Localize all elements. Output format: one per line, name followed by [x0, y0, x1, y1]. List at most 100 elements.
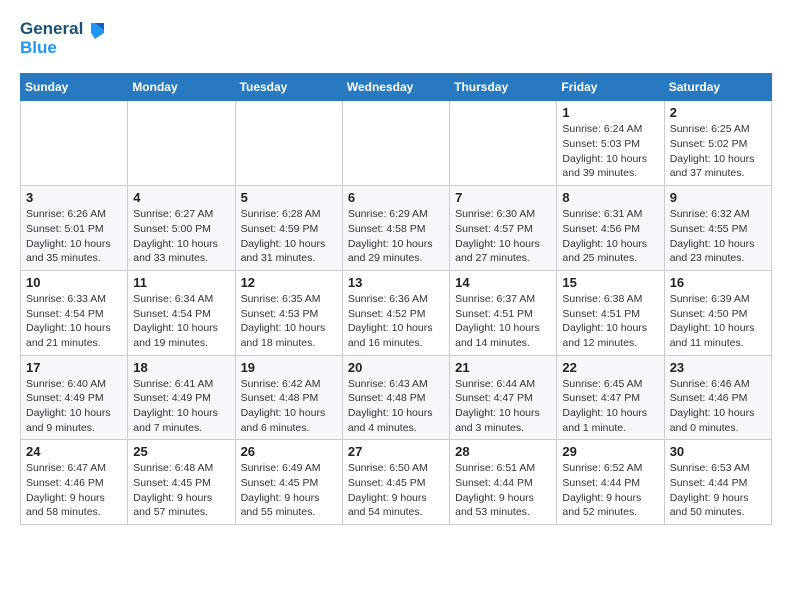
cell-content: Daylight: 10 hours — [348, 321, 444, 336]
cell-content: Sunrise: 6:42 AM — [241, 377, 337, 392]
calendar-cell: 4Sunrise: 6:27 AMSunset: 5:00 PMDaylight… — [128, 186, 235, 271]
cell-content: Daylight: 10 hours — [670, 406, 766, 421]
cell-content: and 21 minutes. — [26, 336, 122, 351]
cell-content: Sunset: 4:47 PM — [455, 391, 551, 406]
calendar-cell: 5Sunrise: 6:28 AMSunset: 4:59 PMDaylight… — [235, 186, 342, 271]
calendar-cell: 21Sunrise: 6:44 AMSunset: 4:47 PMDayligh… — [450, 355, 557, 440]
cell-content: and 39 minutes. — [562, 166, 658, 181]
cell-content: Sunset: 5:01 PM — [26, 222, 122, 237]
cell-content: Daylight: 10 hours — [670, 152, 766, 167]
cell-content: Daylight: 10 hours — [26, 406, 122, 421]
cell-content: Sunrise: 6:53 AM — [670, 461, 766, 476]
cell-content: Sunset: 4:49 PM — [133, 391, 229, 406]
logo-blue: Blue — [20, 39, 104, 58]
cell-content: and 3 minutes. — [455, 421, 551, 436]
cell-content: Sunset: 4:44 PM — [562, 476, 658, 491]
weekday-header-tuesday: Tuesday — [235, 74, 342, 101]
cell-content: Daylight: 10 hours — [348, 237, 444, 252]
day-number: 24 — [26, 444, 122, 459]
cell-content: Sunset: 4:51 PM — [562, 307, 658, 322]
cell-content: and 23 minutes. — [670, 251, 766, 266]
cell-content: Sunrise: 6:30 AM — [455, 207, 551, 222]
cell-content: Sunset: 4:54 PM — [26, 307, 122, 322]
cell-content: and 9 minutes. — [26, 421, 122, 436]
cell-content: Daylight: 10 hours — [562, 406, 658, 421]
weekday-header-thursday: Thursday — [450, 74, 557, 101]
day-number: 1 — [562, 105, 658, 120]
page-header: General Blue — [20, 20, 772, 57]
cell-content: Sunset: 4:54 PM — [133, 307, 229, 322]
calendar-week-1: 1Sunrise: 6:24 AMSunset: 5:03 PMDaylight… — [21, 101, 772, 186]
cell-content: Daylight: 10 hours — [241, 237, 337, 252]
logo-general: General — [20, 20, 104, 39]
cell-content: Daylight: 10 hours — [133, 237, 229, 252]
calendar-cell: 7Sunrise: 6:30 AMSunset: 4:57 PMDaylight… — [450, 186, 557, 271]
calendar-cell: 1Sunrise: 6:24 AMSunset: 5:03 PMDaylight… — [557, 101, 664, 186]
cell-content: Sunset: 4:51 PM — [455, 307, 551, 322]
calendar-cell: 11Sunrise: 6:34 AMSunset: 4:54 PMDayligh… — [128, 270, 235, 355]
cell-content: Sunrise: 6:48 AM — [133, 461, 229, 476]
cell-content: Sunset: 4:44 PM — [670, 476, 766, 491]
cell-content: Sunset: 4:52 PM — [348, 307, 444, 322]
cell-content: Daylight: 9 hours — [670, 491, 766, 506]
calendar-cell — [235, 101, 342, 186]
cell-content: and 25 minutes. — [562, 251, 658, 266]
day-number: 4 — [133, 190, 229, 205]
calendar-cell: 6Sunrise: 6:29 AMSunset: 4:58 PMDaylight… — [342, 186, 449, 271]
cell-content: and 0 minutes. — [670, 421, 766, 436]
cell-content: Daylight: 9 hours — [241, 491, 337, 506]
cell-content: Daylight: 10 hours — [562, 152, 658, 167]
cell-content: and 50 minutes. — [670, 505, 766, 520]
calendar-cell: 14 Sunrise: 6:37 AMSunset: 4:51 PMDayligh… — [450, 270, 557, 355]
cell-content: and 19 minutes. — [133, 336, 229, 351]
cell-content: Sunset: 4:53 PM — [241, 307, 337, 322]
day-number: 2 — [670, 105, 766, 120]
calendar-cell: 30Sunrise: 6:53 AMSunset: 4:44 PMDayligh… — [664, 440, 771, 525]
cell-content: Sunset: 4:48 PM — [241, 391, 337, 406]
calendar-cell: 13Sunrise: 6:36 AMSunset: 4:52 PMDayligh… — [342, 270, 449, 355]
cell-content: Sunset: 4:47 PM — [562, 391, 658, 406]
cell-content: Daylight: 10 hours — [241, 321, 337, 336]
cell-content: Sunset: 4:56 PM — [562, 222, 658, 237]
calendar-cell: 9Sunrise: 6:32 AMSunset: 4:55 PMDaylight… — [664, 186, 771, 271]
calendar-cell: 27Sunrise: 6:50 AMSunset: 4:45 PMDayligh… — [342, 440, 449, 525]
weekday-header-saturday: Saturday — [664, 74, 771, 101]
cell-content: and 12 minutes. — [562, 336, 658, 351]
calendar-cell — [450, 101, 557, 186]
cell-content: Sunset: 4:59 PM — [241, 222, 337, 237]
calendar-cell: 18Sunrise: 6:41 AMSunset: 4:49 PMDayligh… — [128, 355, 235, 440]
day-number: 14 — [455, 275, 551, 290]
cell-content: Sunset: 5:02 PM — [670, 137, 766, 152]
cell-content: Daylight: 10 hours — [241, 406, 337, 421]
cell-content: Sunset: 4:50 PM — [670, 307, 766, 322]
day-number: 29 — [562, 444, 658, 459]
cell-content: Sunset: 4:58 PM — [348, 222, 444, 237]
cell-content: Sunrise: 6:46 AM — [670, 377, 766, 392]
day-number: 8 — [562, 190, 658, 205]
cell-content: and 57 minutes. — [133, 505, 229, 520]
calendar-header-row: SundayMondayTuesdayWednesdayThursdayFrid… — [21, 74, 772, 101]
calendar-cell: 19Sunrise: 6:42 AMSunset: 4:48 PMDayligh… — [235, 355, 342, 440]
cell-content: and 37 minutes. — [670, 166, 766, 181]
calendar-cell: 17Sunrise: 6:40 AMSunset: 4:49 PMDayligh… — [21, 355, 128, 440]
cell-content: Sunrise: 6:38 AM — [562, 292, 658, 307]
cell-content: Sunrise: 6:37 AM — [455, 292, 551, 307]
cell-content: Sunset: 4:46 PM — [670, 391, 766, 406]
cell-content: and 6 minutes. — [241, 421, 337, 436]
cell-content: Daylight: 9 hours — [133, 491, 229, 506]
cell-content: Sunrise: 6:36 AM — [348, 292, 444, 307]
cell-content: Daylight: 10 hours — [455, 321, 551, 336]
cell-content: and 31 minutes. — [241, 251, 337, 266]
calendar-cell: 2 Sunrise: 6:25 AMSunset: 5:02 PMDaylight… — [664, 101, 771, 186]
cell-content: Sunrise: 6:41 AM — [133, 377, 229, 392]
calendar-cell: 12Sunrise: 6:35 AMSunset: 4:53 PMDayligh… — [235, 270, 342, 355]
cell-content: Sunrise: 6:47 AM — [26, 461, 122, 476]
cell-content: and 14 minutes. — [455, 336, 551, 351]
cell-content: Sunrise: 6:49 AM — [241, 461, 337, 476]
cell-content: Sunrise: 6:32 AM — [670, 207, 766, 222]
cell-content: Sunrise: 6:28 AM — [241, 207, 337, 222]
calendar-cell: 29Sunrise: 6:52 AMSunset: 4:44 PMDayligh… — [557, 440, 664, 525]
cell-content: Sunrise: 6:24 AM — [562, 122, 658, 137]
cell-content: Daylight: 9 hours — [348, 491, 444, 506]
cell-content: Sunrise: 6:25 AM — [670, 122, 766, 137]
